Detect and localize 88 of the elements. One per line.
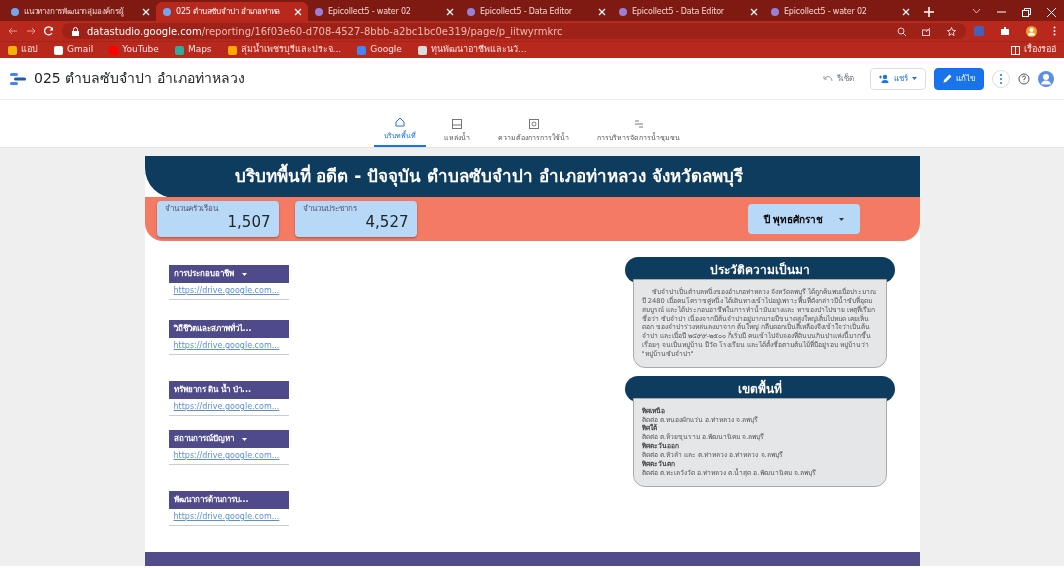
bookmark-icon (357, 45, 367, 55)
browser-tab[interactable]: 025 ตำบลซับจำปา อำเภอท่าหล (156, 2, 308, 21)
lock-icon (72, 26, 79, 36)
pencil-icon (943, 74, 952, 83)
report-title: 025 ตำบลซับจำปา อำเภอท่าหลวง (34, 69, 245, 88)
page-icon (162, 6, 172, 17)
browser-tab[interactable]: Epicollect5 - Data Editor (612, 2, 764, 21)
browser-tab[interactable]: Epicollect5 - water 02 (764, 2, 916, 21)
bookmark[interactable]: ทุนพัฒนาอาชีพและนวั... (417, 43, 527, 57)
reset-button[interactable]: รีเซ็ต (815, 68, 862, 89)
page-icon (618, 6, 628, 17)
avatar-icon (1026, 25, 1037, 37)
url-text: datastudio.google.com/reporting/16f03e60-d708-4527-8bbb-a2bc1bc0e319/page/p_iitwyrmkrc (87, 24, 563, 39)
bookmark[interactable]: Google (357, 43, 402, 57)
new-tab-icon[interactable] (924, 7, 934, 17)
section-heading: เขตพื้นที่ (624, 375, 895, 402)
bookmark-icon (109, 45, 119, 55)
bookmark-icon (417, 45, 427, 55)
bookmark[interactable]: Maps (174, 43, 212, 57)
bookmark[interactable]: ลุ่มน้ำเพชรบุรีและประจ... (227, 43, 342, 57)
back-arrow-icon (8, 26, 18, 36)
page-icon (528, 118, 539, 129)
bookmark-icon (174, 45, 184, 55)
link-title-button[interactable]: ทรัพยากร ดิน น้ำ ป่า... (168, 381, 289, 399)
apps-grid-icon (8, 45, 17, 55)
minimize-icon (997, 8, 1006, 14)
help-icon[interactable] (1018, 72, 1030, 85)
bookmark[interactable]: YouTube (109, 43, 159, 57)
close-icon (598, 7, 606, 16)
drive-link[interactable]: https://drive.google.com... (168, 509, 289, 526)
reading-list-icon (1011, 45, 1020, 55)
add-person-icon (879, 74, 890, 83)
bookmark-icon (227, 45, 237, 55)
more-vertical-icon (1053, 26, 1056, 36)
zoom-icon (897, 26, 906, 36)
account-avatar-icon (1038, 70, 1054, 87)
puzzle-icon (1000, 26, 1010, 36)
share-button[interactable]: แชร์ (870, 67, 926, 90)
scorecard-label: จำนวนประชากร (302, 203, 358, 215)
caret-icon (912, 77, 917, 80)
reading-list-button[interactable]: เรื่องรออ่ (1011, 43, 1056, 57)
page-icon (452, 118, 462, 129)
close-icon (294, 7, 302, 16)
close-icon (902, 7, 910, 16)
extension-icon (974, 26, 984, 36)
drive-link[interactable]: https://drive.google.com... (168, 283, 289, 300)
star-icon (947, 26, 956, 36)
report-logo-icon (10, 72, 26, 85)
year-filter-dropdown[interactable]: ปี พุทธศักราช (747, 204, 860, 234)
browser-tab[interactable]: Epicollect5 - water 02 (308, 2, 460, 21)
close-icon (142, 7, 150, 16)
page-icon (466, 6, 476, 17)
link-title-button[interactable]: พัฒนาการด้านการบ... (168, 491, 289, 509)
page-icon (10, 6, 20, 17)
reload-icon (44, 26, 54, 36)
caret-icon (241, 272, 247, 276)
undo-icon (823, 75, 833, 82)
forward-arrow-icon (26, 26, 36, 36)
drive-link[interactable]: https://drive.google.com... (168, 448, 289, 465)
scorecard-value: 1,507 (226, 215, 271, 230)
address-bar[interactable]: datastudio.google.com/reporting/16f03e60-d708-4527-8bbb-a2bc1bc0e319/page/p_iitwyrmkrc (62, 23, 966, 39)
dropdown-arrow-icon (838, 217, 844, 221)
edit-button[interactable]: แก้ไข (934, 67, 984, 90)
link-title-button[interactable]: การประกอบอาชีพ (168, 265, 289, 283)
restore-icon (1022, 8, 1031, 17)
scorecard-label: จำนวนครัวเรือน (164, 203, 219, 215)
page-icon (633, 118, 644, 129)
report-heading: บริบทพื้นที่ อดีต - ปัจจุบัน ตำบลซับจำปา อำเภอท่าหลวง จังหวัดลพบุรี (144, 156, 920, 198)
close-icon (750, 7, 758, 16)
chevron-down-icon (972, 8, 981, 14)
bookmark[interactable]: Gmail (54, 43, 94, 57)
caret-icon (241, 437, 247, 441)
more-vertical-icon[interactable] (992, 69, 1010, 88)
link-title-button[interactable]: วิถีชีวิตและสภาพทั่วไ... (168, 320, 289, 338)
page-icon (770, 6, 780, 17)
page-icon (314, 6, 324, 17)
browser-tab[interactable]: Epicollect5 - Data Editor (460, 2, 612, 21)
link-title-button[interactable]: สถานการณ์ปัญหา (168, 430, 289, 448)
share-icon (922, 26, 931, 36)
page-icon (395, 116, 405, 127)
close-icon (446, 7, 454, 16)
drive-link[interactable]: https://drive.google.com... (168, 399, 289, 416)
close-icon (1047, 8, 1056, 17)
bookmark[interactable]: แอป (8, 43, 38, 57)
bookmark-icon (54, 45, 63, 55)
browser-tab[interactable]: แนวทางการพัฒนากลุ่มองค์กรผู้ (4, 2, 156, 21)
drive-link[interactable]: https://drive.google.com... (168, 338, 289, 355)
scorecard-value: 4,527 (364, 215, 409, 230)
